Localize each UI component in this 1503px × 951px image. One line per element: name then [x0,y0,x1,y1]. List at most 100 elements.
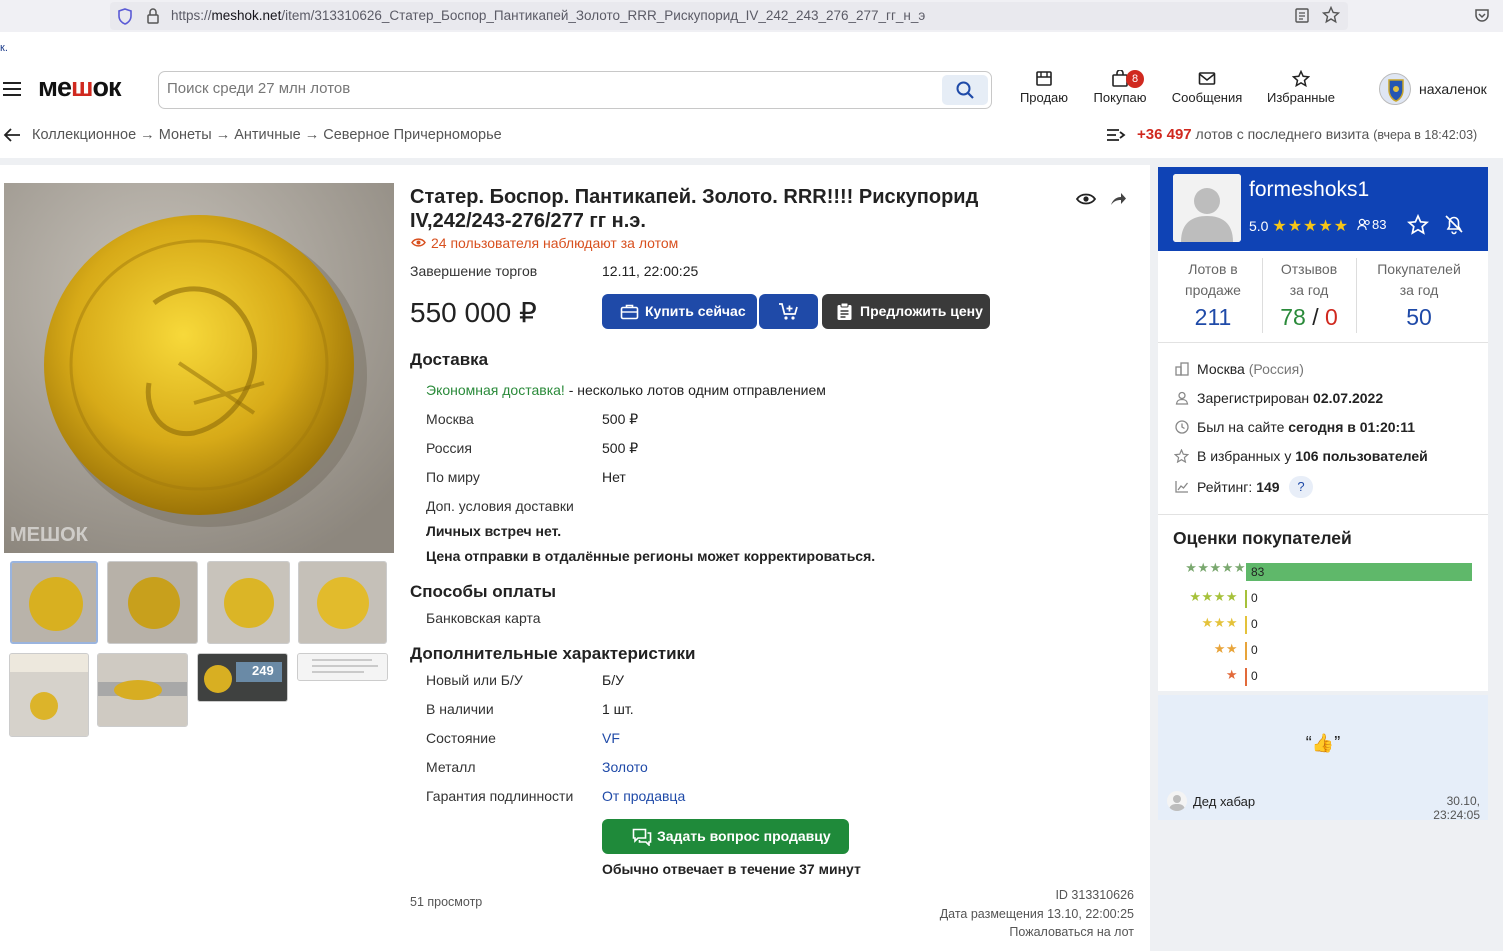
search-box[interactable] [158,71,992,109]
chat-icon [632,828,652,846]
review-date: 30.10, 23:24:05 [1433,794,1480,822]
rating-bar-track [1246,563,1472,581]
spec-value-link[interactable]: От продавца [602,788,685,804]
divider [1158,514,1488,515]
url-text[interactable]: https://meshok.net/item/313310626_Статер… [171,8,925,23]
reader-view-icon[interactable] [1294,7,1310,24]
delivery-price: 500 ₽ [602,411,639,427]
pocket-icon[interactable] [1474,7,1490,23]
spec-value-link[interactable]: VF [602,730,620,746]
stat-lots-for-sale[interactable]: Лотов в продаже 211 [1168,259,1258,329]
lock-icon[interactable] [146,8,160,24]
rating-stars-4: ★★★★ [1189,589,1238,604]
search-input[interactable] [167,80,927,97]
rating-bar-fill [1245,668,1247,686]
photo-watermark: МЕШОК [10,524,88,546]
thumbnail-5[interactable] [9,653,89,737]
lot-price: 550 000 ₽ [410,297,537,328]
new-lots-icon[interactable] [1106,128,1126,143]
delivery-price: 500 ₽ [602,440,639,456]
seller-avatar[interactable] [1173,174,1241,242]
stat-buyers[interactable]: Покупателей за год 50 [1364,259,1474,330]
bell-off-icon[interactable] [1443,213,1465,235]
auction-end-label: Завершение торгов [410,263,538,279]
breadcrumb-item[interactable]: Коллекционное [32,127,136,143]
auction-end-value: 12.11, 22:00:25 [602,263,699,279]
coin-thumbnail [12,563,96,642]
eye-icon[interactable] [1076,192,1096,206]
economy-delivery-note: Экономная доставка! - несколько лотов од… [426,382,826,398]
lot-main-photo[interactable]: МЕШОК [4,183,394,553]
caliper-photo-thumbnail [98,654,187,726]
thumbnail-8[interactable] [297,653,388,681]
clipboard-icon [837,302,852,320]
rating-help-button[interactable]: ? [1289,476,1313,498]
favorite-seller-star-icon[interactable] [1407,214,1429,235]
watchers-text: 24 пользователя наблюдают за лотом [431,235,679,251]
add-to-cart-button[interactable] [759,294,818,329]
lot-id: ID 313310626 [1055,888,1134,902]
spec-label: Металл [426,759,476,775]
nav-messages[interactable]: Сообщения [1170,70,1244,105]
spec-value-link[interactable]: Золото [602,759,648,775]
seller-location: Москва (Россия) [1197,361,1304,377]
share-icon[interactable] [1109,191,1127,207]
page-fragment-text: к. [0,42,8,54]
breadcrumb-item[interactable]: Античные [234,127,300,143]
rating-stars-1: ★ [1225,667,1238,682]
breadcrumb-item[interactable]: Монеты [159,127,212,143]
user-avatar[interactable] [1379,73,1411,105]
thumbnail-7[interactable]: 249 [197,653,288,702]
thumbnail-2[interactable] [107,561,198,644]
ask-seller-button[interactable]: Задать вопрос продавцу [602,819,849,854]
nav-favorites[interactable]: Избранные [1263,70,1339,105]
rating-count: 0 [1251,643,1258,657]
thumbnail-4[interactable] [298,561,387,644]
seller-last-seen: Был на сайте сегодня в 01:20:11 [1197,419,1416,435]
review-text: “👍” [1305,733,1341,753]
extra-delivery-label: Доп. условия доставки [426,498,574,514]
rating-bar-fill [1245,616,1247,634]
rating-stars-3: ★★★ [1201,615,1238,630]
economy-delivery-link[interactable]: Экономная доставка! [426,382,565,398]
coin-thumbnail [299,562,386,643]
coin-thumbnail [108,562,197,643]
reply-time: Обычно отвечает в течение 37 минут [602,861,861,877]
reviewer-name[interactable]: Дед хабар [1193,794,1255,809]
lot-meta: ID 313310626 Дата размещения 13.10, 22:0… [900,886,1134,942]
back-arrow-icon[interactable] [3,127,21,143]
rating-bar-fill [1246,563,1472,581]
rating-count: 83 [1251,565,1265,579]
shield-icon[interactable] [117,8,133,25]
new-lots-counter[interactable]: +36 497 лотов с последнего визита (вчера… [1137,126,1477,143]
ratings-heading: Оценки покупателей [1173,528,1352,548]
search-button[interactable] [942,75,988,105]
thumbnail-3[interactable] [207,561,290,644]
payment-heading: Способы оплаты [410,582,557,601]
buy-now-button[interactable]: Купить сейчас [602,294,757,329]
delivery-region: По миру [426,469,480,485]
lot-title: Статер. Боспор. Пантикапей. Золото. RRR!… [410,186,979,232]
report-lot-link[interactable]: Пожаловаться на лот [900,923,1134,942]
bookmark-star-icon[interactable] [1322,6,1340,24]
spec-label: В наличии [426,701,494,717]
thumbnail-1[interactable] [10,561,98,644]
stat-value: 50 [1406,304,1432,330]
stat-reviews[interactable]: Отзывов за год 78 / 0 [1264,259,1354,329]
seller-name[interactable]: formeshoks1 [1249,178,1369,202]
thumbnail-6[interactable] [97,653,188,727]
site-logo[interactable]: мешок [38,72,122,103]
breadcrumb-item[interactable]: Северное Причерноморье [323,127,501,143]
ruler-photo-thumbnail [10,654,88,736]
star-icon [1292,70,1310,87]
nav-sell[interactable]: Продаю [1016,70,1072,105]
person-icon [1175,391,1189,405]
user-name[interactable]: нахаленок [1419,81,1487,97]
reviewer-avatar[interactable] [1167,791,1187,811]
rating-stars-2: ★★ [1213,641,1238,656]
make-offer-button[interactable]: Предложить цену [822,294,990,329]
hamburger-menu-icon[interactable] [3,82,21,96]
watchers-eye-icon [411,238,426,247]
view-count: 51 просмотр [410,895,483,909]
extra-delivery-note: Личных встреч нет. [426,523,562,539]
